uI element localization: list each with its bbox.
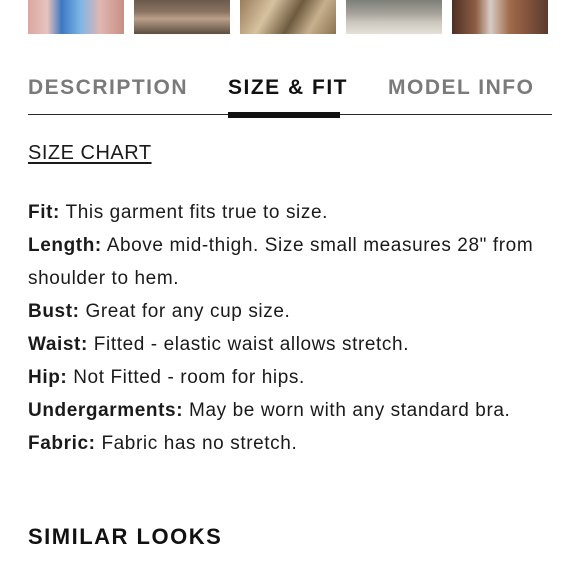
similar-looks-heading: SIMILAR LOOKS — [28, 524, 223, 549]
product-info-tabs: DESCRIPTION SIZE & FIT MODEL INFO — [28, 72, 552, 118]
spec-waist: Waist: Fitted - elastic waist allows str… — [28, 328, 552, 361]
product-thumbnail-5[interactable] — [452, 0, 548, 34]
tab-description[interactable]: DESCRIPTION — [28, 76, 188, 100]
spec-hip: Hip: Not Fitted - room for hips. — [28, 361, 552, 394]
product-thumbnail-strip — [28, 0, 552, 34]
tab-model-info[interactable]: MODEL INFO — [388, 76, 534, 100]
product-thumbnail-2[interactable] — [134, 0, 230, 34]
size-chart-link[interactable]: SIZE CHART — [28, 142, 152, 165]
product-thumbnail-3[interactable] — [240, 0, 336, 34]
spec-label: Fabric: — [28, 433, 96, 454]
spec-text: Fabric has no stretch. — [101, 433, 298, 454]
size-fit-details: Fit: This garment fits true to size. Len… — [28, 196, 552, 460]
spec-bust: Bust: Great for any cup size. — [28, 295, 552, 328]
spec-label: Waist: — [28, 334, 88, 355]
tab-size-fit[interactable]: SIZE & FIT — [228, 76, 348, 100]
spec-fabric: Fabric: Fabric has no stretch. — [28, 427, 552, 460]
spec-text: Above mid-thigh. Size small measures 28"… — [28, 235, 534, 289]
spec-fit: Fit: This garment fits true to size. — [28, 196, 552, 229]
spec-undergarments: Undergarments: May be worn with any stan… — [28, 394, 552, 427]
spec-text: This garment fits true to size. — [65, 202, 329, 223]
spec-text: Fitted - elastic waist allows stretch. — [93, 334, 410, 355]
spec-label: Hip: — [28, 367, 68, 388]
spec-text: May be worn with any standard bra. — [189, 400, 511, 421]
product-thumbnail-4[interactable] — [346, 0, 442, 34]
spec-text: Not Fitted - room for hips. — [73, 367, 305, 388]
spec-length: Length: Above mid-thigh. Size small meas… — [28, 229, 552, 295]
spec-label: Bust: — [28, 301, 80, 322]
spec-label: Undergarments: — [28, 400, 184, 421]
active-tab-indicator — [228, 112, 340, 118]
spec-label: Length: — [28, 235, 102, 256]
product-thumbnail-1[interactable] — [28, 0, 124, 34]
spec-label: Fit: — [28, 202, 60, 223]
spec-text: Great for any cup size. — [85, 301, 291, 322]
